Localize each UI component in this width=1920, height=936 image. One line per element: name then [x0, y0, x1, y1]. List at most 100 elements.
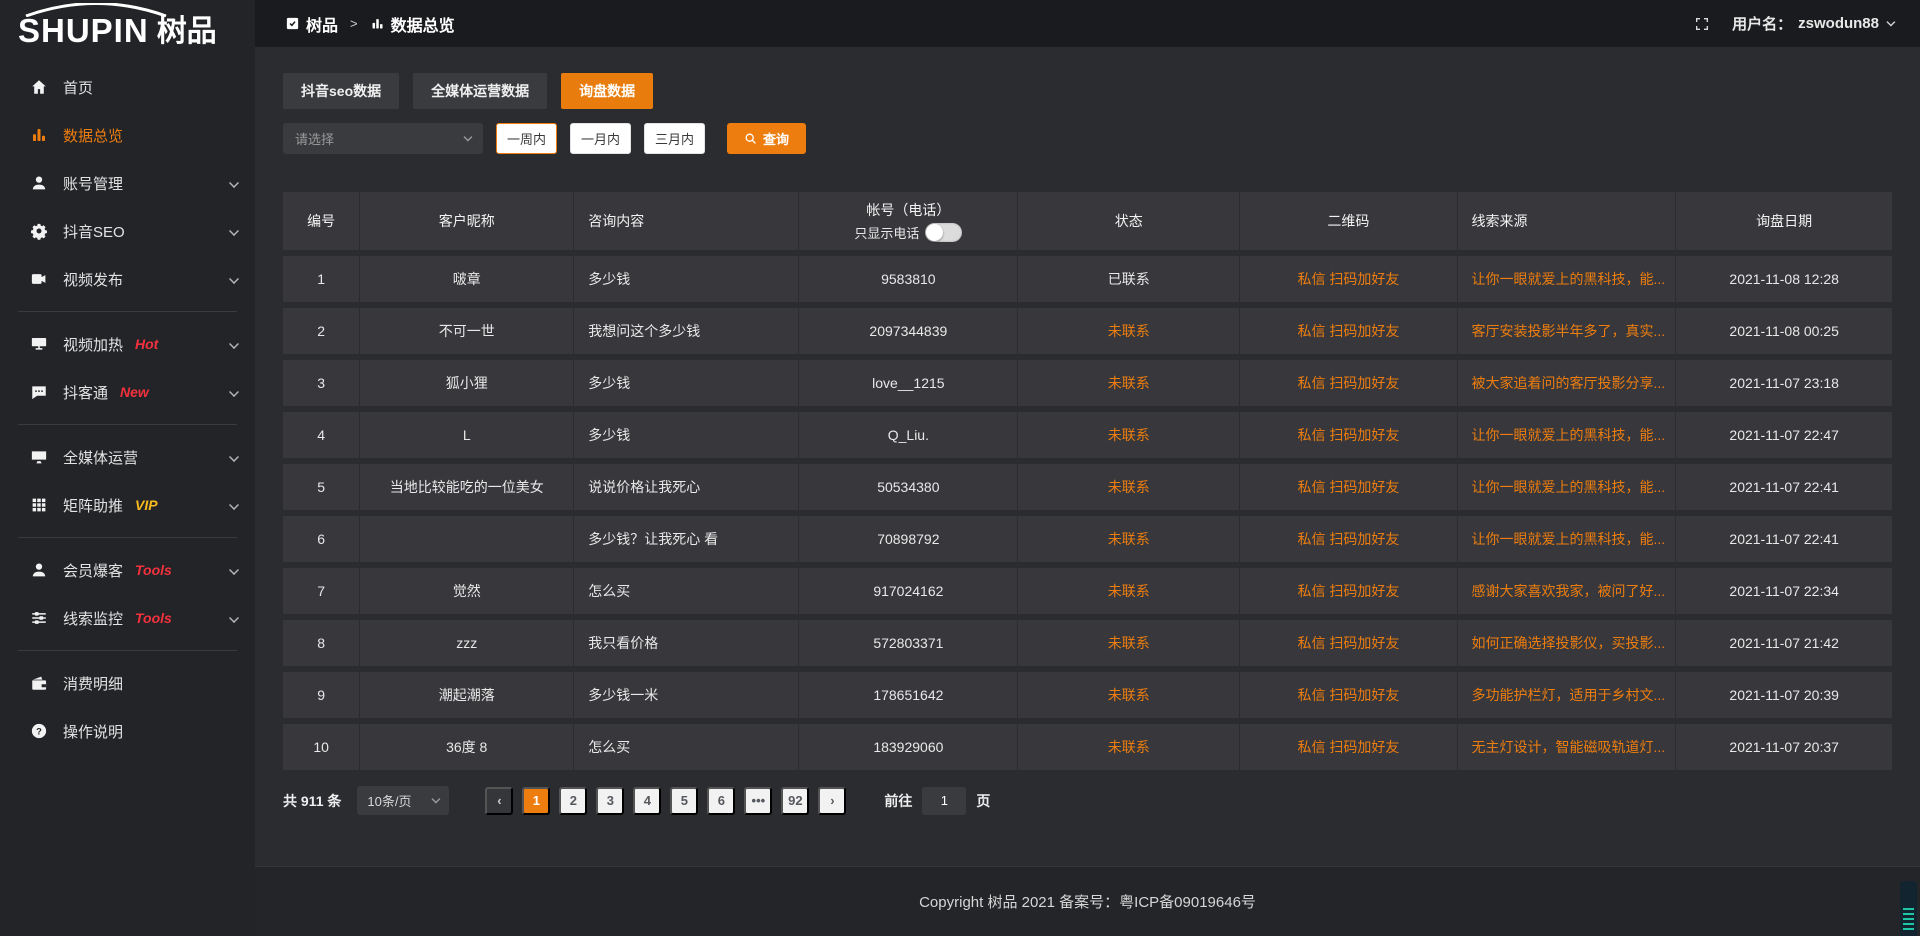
qr-actions-link[interactable]: 私信 扫码加好友 — [1297, 581, 1399, 601]
cell-source: 让你一眼就爱上的黑科技，能... — [1458, 412, 1677, 458]
qr-actions-link[interactable]: 私信 扫码加好友 — [1297, 633, 1399, 653]
fullscreen-icon[interactable] — [1694, 16, 1710, 32]
sidebar-item-6[interactable]: 视频加热Hot — [0, 320, 255, 368]
sidebar-item-12[interactable]: 消费明细 — [0, 659, 255, 707]
sidebar-item-3[interactable]: 账号管理 — [0, 159, 255, 207]
lead-source-link[interactable]: 让你一眼就爱上的黑科技，能... — [1472, 529, 1666, 549]
sidebar-menu: 首页数据总览账号管理抖音SEO视频发布视频加热Hot抖客通New全媒体运营矩阵助… — [0, 63, 255, 936]
lead-source-link[interactable]: 客厅安装投影半年多了，真实... — [1472, 321, 1666, 341]
monitor-icon — [30, 448, 48, 466]
goto-page-input[interactable] — [922, 787, 966, 815]
chevron-down-icon — [229, 500, 239, 510]
qr-actions-link[interactable]: 私信 扫码加好友 — [1297, 425, 1399, 445]
sidebar-item-1[interactable]: 首页 — [0, 63, 255, 111]
cell-source: 让你一眼就爱上的黑科技，能... — [1458, 464, 1677, 510]
breadcrumb-app[interactable]: 树品 — [306, 12, 338, 36]
goto-label: 前往 — [884, 791, 912, 811]
page-button-5[interactable]: 5 — [670, 787, 698, 815]
filter-bar: 请选择 一周内一月内三月内 查询 — [283, 123, 1892, 154]
cell-content: 多少钱 — [574, 412, 799, 458]
cell-source: 感谢大家喜欢我家，被问了好... — [1458, 568, 1677, 614]
table-row: 5当地比较能吃的一位美女说说价格让我死心50534380未联系私信 扫码加好友让… — [283, 464, 1892, 510]
page-button-4[interactable]: 4 — [633, 787, 661, 815]
next-page-button[interactable]: › — [818, 787, 846, 815]
lead-source-link[interactable]: 被大家追着问的客厅投影分享... — [1472, 373, 1666, 393]
sidebar-item-2[interactable]: 数据总览 — [0, 111, 255, 159]
cell-status: 未联系 — [1018, 308, 1240, 354]
sidebar-item-10[interactable]: 会员爆客Tools — [0, 546, 255, 594]
lead-source-link[interactable]: 让你一眼就爱上的黑科技，能... — [1472, 425, 1666, 445]
cell-nickname: zzz — [360, 620, 574, 666]
chat-icon — [30, 383, 48, 401]
sidebar-item-11[interactable]: 线索监控Tools — [0, 594, 255, 642]
page-size-select[interactable]: 10条/页 — [357, 786, 449, 815]
filter-select[interactable]: 请选择 — [283, 123, 483, 154]
period-button-3[interactable]: 三月内 — [644, 123, 705, 154]
app-icon — [285, 16, 300, 31]
sidebar-item-7[interactable]: 抖客通New — [0, 368, 255, 416]
qr-actions-link[interactable]: 私信 扫码加好友 — [1297, 373, 1399, 393]
lead-source-link[interactable]: 多功能护栏灯，适用于乡村文... — [1472, 685, 1666, 705]
sidebar-item-8[interactable]: 全媒体运营 — [0, 433, 255, 481]
cell-no: 10 — [283, 724, 360, 770]
sidebar-item-4[interactable]: 抖音SEO — [0, 207, 255, 255]
sidebar-item-5[interactable]: 视频发布 — [0, 255, 255, 303]
sidebar-item-9[interactable]: 矩阵助推VIP — [0, 481, 255, 529]
user-menu[interactable]: 用户名：zswodun88 — [1732, 13, 1894, 34]
qr-actions-link[interactable]: 私信 扫码加好友 — [1297, 529, 1399, 549]
chevron-down-icon — [229, 274, 239, 284]
period-button-1[interactable]: 一周内 — [496, 123, 557, 154]
cell-account: Q_Liu. — [799, 412, 1018, 458]
lead-source-link[interactable]: 无主灯设计，智能磁吸轨道灯... — [1472, 737, 1666, 757]
phone-only-toggle[interactable] — [925, 223, 962, 242]
table-row: 1036度 8怎么买183929060未联系私信 扫码加好友无主灯设计，智能磁吸… — [283, 724, 1892, 770]
cell-qr: 私信 扫码加好友 — [1240, 672, 1457, 718]
chevron-down-icon — [229, 226, 239, 236]
cell-date: 2021-11-07 20:37 — [1676, 724, 1892, 770]
prev-page-button[interactable]: ‹ — [485, 787, 513, 815]
cell-nickname: 潮起潮落 — [360, 672, 574, 718]
table-row: 9潮起潮落多少钱一米178651642未联系私信 扫码加好友多功能护栏灯，适用于… — [283, 672, 1892, 718]
cell-content: 我想问这个多少钱 — [574, 308, 799, 354]
menu-divider — [18, 424, 237, 425]
page-button-6[interactable]: 6 — [707, 787, 735, 815]
cell-nickname: 不可一世 — [360, 308, 574, 354]
grid-icon — [30, 496, 48, 514]
qr-actions-link[interactable]: 私信 扫码加好友 — [1297, 321, 1399, 341]
qr-actions-link[interactable]: 私信 扫码加好友 — [1297, 269, 1399, 289]
lead-source-link[interactable]: 让你一眼就爱上的黑科技，能... — [1472, 477, 1666, 497]
tab-1[interactable]: 抖音seo数据 — [283, 73, 399, 109]
qr-actions-link[interactable]: 私信 扫码加好友 — [1297, 737, 1399, 757]
lead-source-link[interactable]: 如何正确选择投影仪，买投影... — [1472, 633, 1666, 653]
cell-status: 未联系 — [1018, 568, 1240, 614]
page-button-3[interactable]: 3 — [596, 787, 624, 815]
page-button-1[interactable]: 1 — [522, 787, 550, 815]
page-button-2[interactable]: 2 — [559, 787, 587, 815]
qr-actions-link[interactable]: 私信 扫码加好友 — [1297, 685, 1399, 705]
floating-widget[interactable] — [1900, 881, 1917, 936]
sidebar-item-label: 矩阵助推 — [63, 495, 123, 516]
tab-3[interactable]: 询盘数据 — [561, 73, 653, 109]
lead-source-link[interactable]: 让你一眼就爱上的黑科技，能... — [1472, 269, 1666, 289]
sidebar-item-13[interactable]: ?操作说明 — [0, 707, 255, 755]
lead-source-link[interactable]: 感谢大家喜欢我家，被问了好... — [1472, 581, 1666, 601]
tab-2[interactable]: 全媒体运营数据 — [413, 73, 547, 109]
period-button-2[interactable]: 一月内 — [570, 123, 631, 154]
cell-status: 未联系 — [1018, 464, 1240, 510]
cell-account: 183929060 — [799, 724, 1018, 770]
qr-actions-link[interactable]: 私信 扫码加好友 — [1297, 477, 1399, 497]
cell-content: 多少钱 — [574, 360, 799, 406]
cell-source: 让你一眼就爱上的黑科技，能... — [1458, 256, 1677, 302]
table-row: 1啵章多少钱9583810已联系私信 扫码加好友让你一眼就爱上的黑科技，能...… — [283, 256, 1892, 302]
sidebar-item-label: 抖音SEO — [63, 221, 125, 242]
home-icon — [30, 78, 48, 96]
cell-qr: 私信 扫码加好友 — [1240, 256, 1457, 302]
filter-select-placeholder: 请选择 — [295, 129, 334, 148]
cell-status: 未联系 — [1018, 620, 1240, 666]
pagination: 共 911 条 10条/页 ‹123456•••92› 前往 页 — [283, 786, 1892, 815]
cell-account: 70898792 — [799, 516, 1018, 562]
page-size-value: 10条/页 — [367, 791, 411, 810]
page-ellipsis-button[interactable]: ••• — [744, 787, 772, 815]
search-button[interactable]: 查询 — [727, 123, 806, 154]
page-button-92[interactable]: 92 — [781, 787, 809, 815]
